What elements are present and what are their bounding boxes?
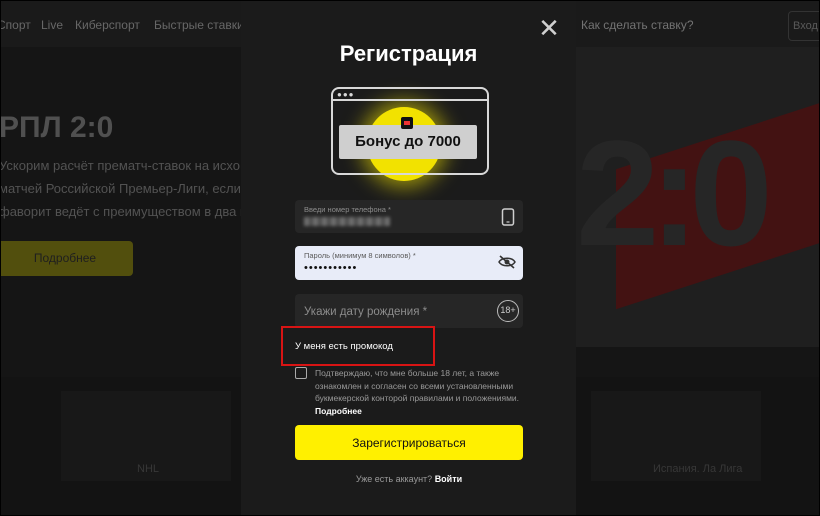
brand-badge-icon bbox=[401, 117, 413, 129]
terms-more-link[interactable]: Подробнее bbox=[315, 406, 362, 416]
register-button[interactable]: Зарегистрироваться bbox=[295, 425, 523, 460]
eye-off-icon[interactable] bbox=[498, 255, 516, 269]
login-prompt: Уже есть аккаунт? bbox=[355, 474, 433, 484]
password-field-value: ••••••••••• bbox=[304, 262, 358, 274]
phone-field-value-masked bbox=[304, 217, 390, 226]
screenshot-frame: Спорт Live Киберспорт Быстрые ставки Как… bbox=[0, 0, 820, 516]
birthdate-field[interactable]: Укажи дату рождения * bbox=[295, 294, 523, 328]
password-field-label: Пароль (минимум 8 символов) * bbox=[304, 251, 416, 260]
password-field[interactable]: Пароль (минимум 8 символов) * ••••••••••… bbox=[295, 246, 523, 280]
phone-field-label: Введи номер телефона * bbox=[304, 205, 391, 214]
promo-code-link[interactable]: У меня есть промокод bbox=[295, 341, 393, 352]
birthdate-placeholder: Укажи дату рождения * bbox=[304, 306, 428, 318]
login-link[interactable]: Войти bbox=[435, 474, 462, 484]
browser-dots-icon: ●●● bbox=[337, 90, 355, 99]
phone-field[interactable]: Введи номер телефона * bbox=[295, 200, 523, 233]
bonus-promo-graphic: ●●● Бонус до 7000 bbox=[331, 87, 489, 181]
close-icon[interactable]: ✕ bbox=[536, 15, 562, 41]
terms-checkbox[interactable] bbox=[295, 367, 307, 379]
bonus-label: Бонус до 7000 bbox=[339, 125, 477, 159]
age-18-icon: 18+ bbox=[497, 300, 519, 322]
login-prompt-line: Уже есть аккаунт? Войти bbox=[295, 474, 523, 484]
modal-title: Регистрация bbox=[339, 41, 478, 66]
terms-body: Подтверждаю, что мне больше 18 лет, а та… bbox=[315, 368, 520, 403]
phone-icon bbox=[501, 208, 515, 226]
terms-text: Подтверждаю, что мне больше 18 лет, а та… bbox=[315, 367, 525, 417]
browser-bar-graphic bbox=[331, 99, 489, 101]
